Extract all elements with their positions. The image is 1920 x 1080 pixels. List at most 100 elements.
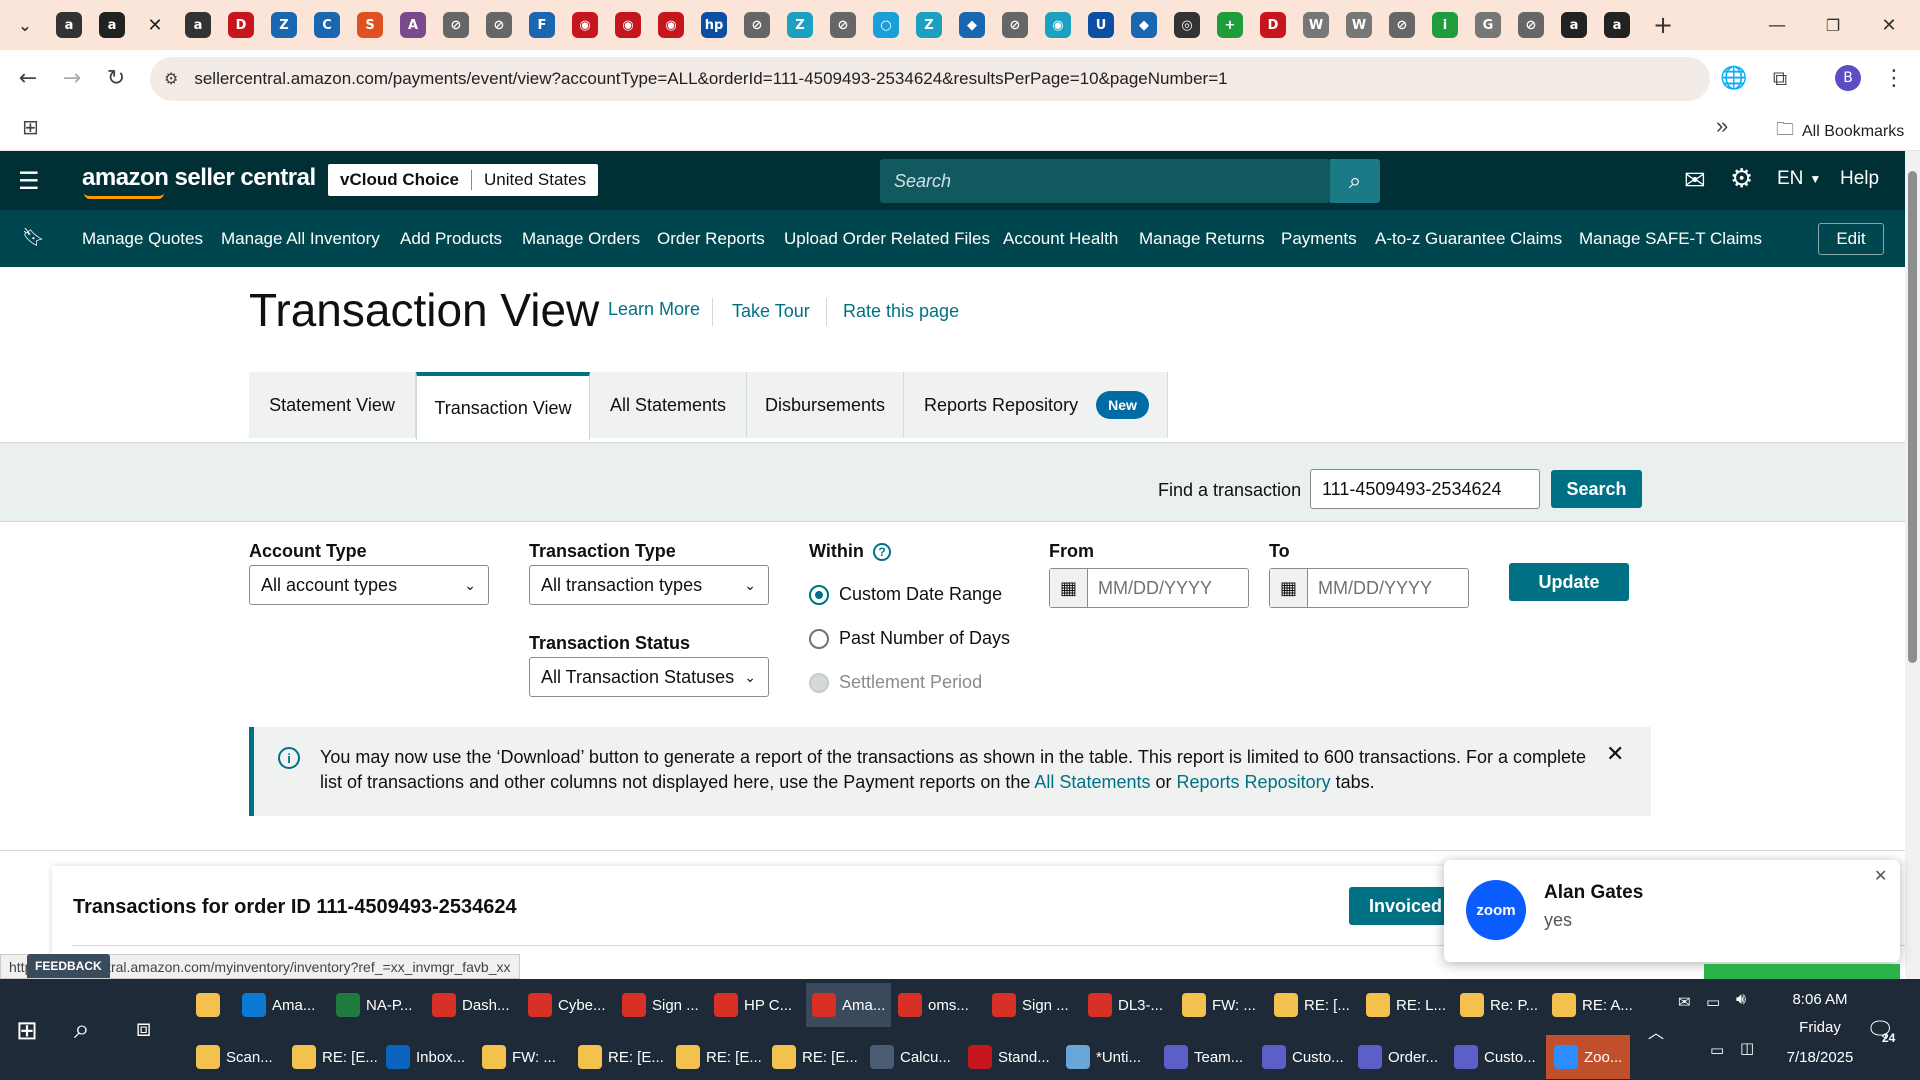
taskbar-item[interactable]: Sign ... [622,983,699,1027]
nav-item[interactable]: Manage All Inventory [221,229,380,249]
taskbar-item[interactable]: RE: L... [1366,983,1446,1027]
browser-tab-icon[interactable]: ⊘ [744,12,770,38]
browser-tab-icon[interactable]: i [1432,12,1458,38]
browser-tab-icon[interactable]: ◉ [572,12,598,38]
taskbar-item[interactable]: RE: [E... [292,1035,378,1079]
taskbar-item[interactable]: Re: P... [1460,983,1538,1027]
update-button[interactable]: Update [1509,563,1629,601]
display-icon[interactable]: ▭ [1710,1041,1724,1059]
nav-item[interactable]: Upload Order Related Files [784,229,990,249]
volume-icon[interactable]: 🔊︎ [1736,991,1746,1009]
taskbar-item[interactable]: Ama... [242,983,315,1027]
browser-tab-icon[interactable]: ⊘ [830,12,856,38]
battery-icon[interactable]: ▭ [1706,993,1720,1011]
show-hidden-icons[interactable]: ︿ [1648,1019,1664,1043]
nav-item[interactable]: Order Reports [657,229,765,249]
taskbar-search-icon[interactable]: ⌕ [74,1013,90,1046]
browser-tab-icon[interactable]: a [1561,12,1587,38]
reload-icon[interactable]: ↻ [98,60,134,96]
browser-tab-icon[interactable]: ◉ [658,12,684,38]
browser-tab-icon[interactable]: ◉ [615,12,641,38]
tab-statement-view[interactable]: Statement View [249,372,416,438]
browser-tab-icon[interactable]: Z [916,12,942,38]
taskbar-item[interactable]: Inbox... [386,1035,465,1079]
taskbar-item[interactable]: Order... [1358,1035,1438,1079]
browser-tab-icon[interactable]: a [1604,12,1630,38]
settlement-period-radio[interactable] [809,673,829,693]
browser-tab-icon[interactable]: ◆ [959,12,985,38]
clock-time[interactable]: 8:06 AM [1780,991,1860,1008]
zoom-close-icon[interactable]: ✕ [1874,866,1887,886]
edit-nav-button[interactable]: Edit [1818,223,1884,255]
seller-search-input[interactable]: Search [880,159,1330,203]
taskbar-item[interactable]: RE: [E... [772,1035,858,1079]
calendar-icon[interactable]: ▦ [1270,569,1308,607]
tray-mail-icon[interactable]: ✉ [1678,993,1691,1011]
browser-tab-icon[interactable]: U [1088,12,1114,38]
search-icon[interactable]: ⌕ [1330,159,1380,203]
taskbar-item[interactable]: Custo... [1454,1035,1536,1079]
taskbar-item[interactable]: FW: ... [482,1035,556,1079]
browser-tab-icon[interactable]: F [529,12,555,38]
close-alert-icon[interactable]: ✕ [1606,741,1624,767]
to-date-input[interactable]: ▦ MM/DD/YYYY [1269,568,1469,608]
task-view-icon[interactable]: ⧈ [136,1015,151,1043]
browser-tab-icon[interactable]: ⊘ [1389,12,1415,38]
back-icon[interactable]: ← [10,60,46,96]
taskbar-item[interactable]: Sign ... [992,983,1069,1027]
taskbar-item[interactable]: Zoo... [1546,1035,1631,1079]
taskbar-item[interactable]: Team... [1164,1035,1243,1079]
taskbar-item[interactable]: Calcu... [870,1035,951,1079]
minimize-icon[interactable]: — [1764,12,1790,38]
taskbar-item[interactable]: HP C... [714,983,792,1027]
tab-transaction-view[interactable]: Transaction View [416,372,590,440]
extensions-icon[interactable]: ⧉ [1762,60,1798,96]
apps-grid-icon[interactable]: ⊞ [22,115,39,140]
taskbar-item[interactable] [196,983,226,1027]
calendar-icon[interactable]: ▦ [1050,569,1088,607]
browser-tab-icon[interactable]: a [185,12,211,38]
taskbar-item[interactable]: Stand... [968,1035,1050,1079]
all-statements-link[interactable]: All Statements [1034,772,1150,792]
browser-tab-icon[interactable]: D [228,12,254,38]
mail-icon[interactable]: ✉ [1684,165,1706,196]
page-scrollbar[interactable] [1905,151,1920,979]
close-tab-icon[interactable]: ✕ [142,12,168,38]
close-window-icon[interactable]: ✕ [1876,12,1902,38]
all-bookmarks-button[interactable]: 🗀 All Bookmarks [1776,117,1904,147]
browser-tab-icon[interactable]: D [1260,12,1286,38]
browser-tab-icon[interactable]: + [1217,12,1243,38]
account-switcher[interactable]: vCloud Choice United States [328,164,599,196]
taskbar-item[interactable]: DL3-... [1088,983,1163,1027]
taskbar-item[interactable]: NA-P... [336,983,412,1027]
take-tour-link[interactable]: Take Tour [732,301,810,322]
browser-tab-icon[interactable]: Z [271,12,297,38]
taskbar-item[interactable]: RE: [E... [578,1035,664,1079]
taskbar-item[interactable]: oms... [898,983,969,1027]
from-date-input[interactable]: ▦ MM/DD/YYYY [1049,568,1249,608]
scrollbar-thumb[interactable] [1908,171,1917,663]
tab-all-statements[interactable]: All Statements [590,372,747,438]
zoom-notification[interactable]: zoom Alan Gates yes ✕ [1444,860,1900,962]
browser-menu-icon[interactable]: ⋮ [1876,60,1912,96]
nav-item[interactable]: Add Products [400,229,502,249]
browser-tab-icon[interactable]: ⊘ [486,12,512,38]
tab-disbursements[interactable]: Disbursements [747,372,904,438]
browser-tab-icon[interactable]: ○ [873,12,899,38]
bookmark-nav-icon[interactable]: 🔖︎ [22,227,45,248]
seller-central-logo[interactable]: amazon seller central [82,164,316,192]
browser-tab-icon[interactable]: W [1303,12,1329,38]
browser-tab-icon[interactable]: ⊘ [1518,12,1544,38]
tab-search-chevron-icon[interactable]: ⌄ [12,12,38,38]
taskbar-item[interactable]: RE: [E... [676,1035,762,1079]
browser-tab-icon[interactable]: Z [787,12,813,38]
browser-tab-icon[interactable]: C [314,12,340,38]
settings-gear-icon[interactable]: ⚙ [1730,163,1753,194]
nav-item[interactable]: Manage Quotes [82,229,203,249]
help-circle-icon[interactable]: ? [873,543,891,561]
browser-tab-icon[interactable]: hp [701,12,727,38]
browser-tab-icon[interactable]: ⊘ [443,12,469,38]
search-button[interactable]: Search [1551,470,1642,508]
taskbar-item[interactable]: Custo... [1262,1035,1344,1079]
translate-globe-icon[interactable]: 🌐 [1716,60,1752,96]
